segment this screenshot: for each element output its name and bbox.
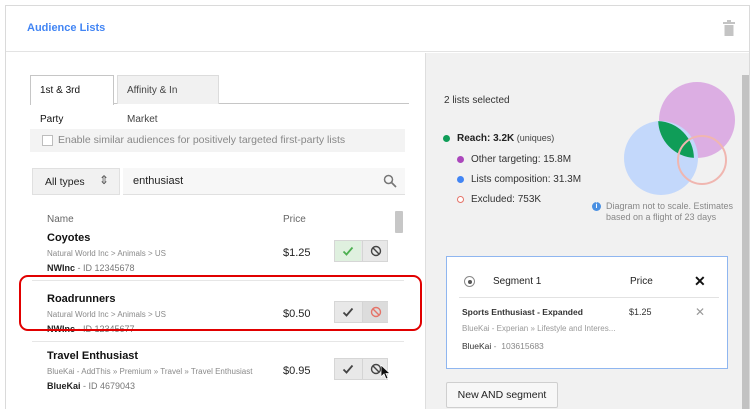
lists-composition-label: Lists composition: 31.3M bbox=[471, 174, 582, 185]
segment-list-price: $1.25 bbox=[629, 307, 652, 317]
list-path: BlueKai - AddThis » Premium » Travel » T… bbox=[47, 367, 253, 376]
type-filter-select[interactable]: All types ⇕ bbox=[32, 168, 120, 195]
venn-diagram bbox=[624, 82, 735, 195]
tab-bar: 1st & 3rd Party Affinity & In Market bbox=[30, 75, 409, 125]
list-picker-pane: 1st & 3rd Party Affinity & In Market Ena… bbox=[6, 53, 424, 409]
segment-list-id: 103615683 bbox=[501, 341, 544, 351]
list-row: Coyotes Natural World Inc > Animals > US… bbox=[32, 225, 404, 281]
column-header-name: Name bbox=[47, 214, 74, 225]
segment-price-header: Price bbox=[630, 276, 653, 287]
segment-list-name: Sports Enthusiast - Expanded bbox=[462, 307, 583, 317]
close-segment-icon[interactable]: ✕ bbox=[694, 273, 706, 290]
remove-list-icon[interactable]: ✕ bbox=[695, 305, 705, 319]
list-row: Travel Enthusiast BlueKai - AddThis » Pr… bbox=[32, 343, 404, 399]
tab-first-third-party[interactable]: 1st & 3rd Party bbox=[30, 75, 114, 125]
include-button[interactable] bbox=[335, 241, 361, 261]
selection-summary-pane: 2 lists selected Reach: 3.2K (uniques) O… bbox=[425, 53, 749, 409]
updown-arrow-icon: ⇕ bbox=[99, 173, 110, 187]
green-dot-icon bbox=[443, 135, 450, 142]
list-price: $0.95 bbox=[283, 365, 311, 377]
exclude-button[interactable] bbox=[362, 241, 388, 261]
segment-title: Segment 1 bbox=[493, 276, 542, 287]
column-header-price: Price bbox=[283, 214, 306, 225]
provider-name: NWInc bbox=[47, 263, 75, 273]
blue-dot-icon bbox=[457, 176, 464, 183]
red-ring-icon bbox=[457, 196, 464, 203]
provider-name: BlueKai bbox=[47, 381, 81, 391]
selected-count: 2 lists selected bbox=[444, 95, 510, 106]
info-icon: i bbox=[592, 202, 601, 211]
include-exclude-buttons bbox=[334, 358, 388, 380]
highlight-annotation bbox=[19, 275, 422, 331]
new-and-segment-button[interactable]: New AND segment bbox=[446, 382, 558, 408]
segment-radio[interactable] bbox=[464, 276, 475, 287]
list-id: - ID 4679043 bbox=[80, 381, 136, 391]
audience-lists-panel: Audience Lists 1st & 3rd Party Affinity … bbox=[5, 5, 750, 409]
search-box bbox=[123, 168, 405, 195]
summary-scrollbar[interactable] bbox=[742, 75, 749, 409]
segment-list-provider: BlueKai - 103615683 bbox=[462, 341, 544, 351]
panel-title: Audience Lists bbox=[27, 22, 106, 34]
similar-audiences-option: Enable similar audiences for positively … bbox=[30, 129, 405, 152]
list-provider: NWInc - ID 12345678 bbox=[47, 263, 135, 273]
similar-audiences-checkbox[interactable] bbox=[42, 135, 53, 146]
list-name: Travel Enthusiast bbox=[47, 350, 139, 362]
diagram-note-text: Diagram not to scale. Estimates based on… bbox=[606, 201, 734, 222]
search-input[interactable] bbox=[133, 173, 363, 189]
purple-dot-icon bbox=[457, 156, 464, 163]
list-path: Natural World Inc > Animals > US bbox=[47, 249, 167, 258]
reach-unit: (uniques) bbox=[514, 133, 555, 143]
provider-name: BlueKai bbox=[462, 341, 492, 351]
include-exclude-buttons bbox=[334, 240, 388, 262]
reach-value: Reach: 3.2K bbox=[457, 133, 515, 144]
mouse-cursor-icon bbox=[381, 365, 391, 380]
divider bbox=[459, 297, 719, 298]
block-icon bbox=[370, 245, 382, 257]
other-targeting-label: Other targeting: 15.8M bbox=[471, 154, 572, 165]
list-id: - ID 12345678 bbox=[75, 263, 135, 273]
excluded-label: Excluded: 753K bbox=[471, 194, 542, 205]
check-icon bbox=[342, 364, 354, 374]
include-button[interactable] bbox=[335, 359, 361, 379]
search-icon[interactable] bbox=[383, 174, 397, 188]
list-name: Coyotes bbox=[47, 232, 91, 244]
similar-audiences-label: Enable similar audiences for positively … bbox=[58, 134, 346, 146]
type-filter-value: All types bbox=[45, 176, 85, 188]
check-icon bbox=[342, 246, 354, 256]
list-provider: BlueKai - ID 4679043 bbox=[47, 381, 135, 391]
panel-header: Audience Lists bbox=[6, 6, 749, 52]
tab-affinity-in-market[interactable]: Affinity & In Market bbox=[117, 75, 219, 125]
list-price: $1.25 bbox=[283, 247, 311, 259]
segment-card: Segment 1 Price ✕ Sports Enthusiast - Ex… bbox=[446, 256, 728, 369]
trash-icon[interactable] bbox=[722, 20, 736, 36]
segment-list-path: BlueKai - Experian » Lifestyle and Inter… bbox=[462, 324, 616, 333]
